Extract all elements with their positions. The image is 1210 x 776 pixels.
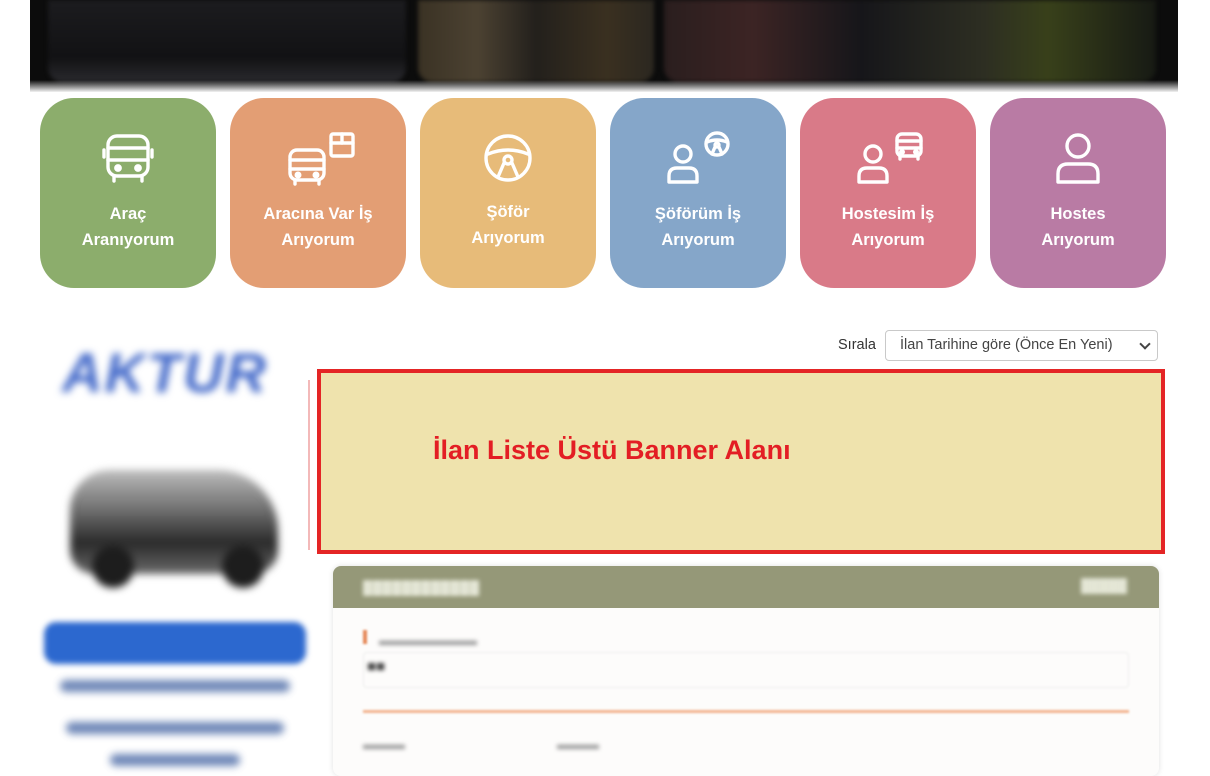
category-label: Hostesim İş Arıyorum [841,205,935,249]
sidebar-logo[interactable]: AKTUR [62,340,284,406]
category-tile-arac-araniyorum[interactable]: Araç Aranıyorum [40,98,216,288]
list-top-banner[interactable]: İlan Liste Üstü Banner Alanı [317,369,1165,554]
category-tile-hostesim-is-ariyorum[interactable]: Hostesim İş Arıyorum [800,98,976,288]
category-tile-soforum-is-ariyorum[interactable]: Şöförüm İş Arıyorum [610,98,786,288]
hero-banner-image [30,0,1178,92]
category-label: Hostes Arıyorum [1041,205,1115,249]
chevron-down-icon [1139,338,1151,350]
driver-steering-icon [610,130,786,186]
category-tile-hostes-ariyorum[interactable]: Hostes Arıyorum [990,98,1166,288]
sort-label: Sırala [838,337,876,353]
sidebar-divider [308,380,310,550]
bus-box-icon [230,130,406,186]
sidebar-text-line [110,754,240,766]
sidebar-action-button[interactable] [44,622,306,664]
category-label: Şöför Arıyorum [471,203,545,247]
hero-panel-right [664,0,1156,82]
logo-mark: AKTUR [62,341,268,404]
listing-description-field [363,652,1129,688]
sidebar-text-line [66,722,284,734]
category-label: Şöförüm İş Arıyorum [654,205,742,249]
listing-card-header: ████████████ █████ [333,566,1159,608]
sidebar-text-line [60,680,290,692]
hero-panel-middle [418,0,654,82]
steering-wheel-icon [420,130,596,186]
category-label: Aracına Var İş Arıyorum [263,205,373,249]
banner-title: İlan Liste Üstü Banner Alanı [433,435,791,465]
sort-select[interactable]: İlan Tarihine göre (Önce En Yeni) [885,330,1158,361]
sort-selected-value: İlan Tarihine göre (Önce En Yeni) [900,337,1113,353]
bus-icon [40,130,216,186]
user-icon [990,130,1166,186]
person-bus-icon [800,130,976,186]
listing-card[interactable]: ████████████ █████ ▬▬▬▬▬▬▬ ■■ ▬▬▬ ▬▬▬ [333,566,1159,776]
category-label: Araç Aranıyorum [81,205,175,249]
hero-panel-left [48,0,406,82]
category-tile-aracina-var-is-ariyorum[interactable]: Aracına Var İş Arıyorum [230,98,406,288]
category-tile-sofor-ariyorum[interactable]: Şöför Arıyorum [420,98,596,288]
sidebar-vehicle-image [56,450,290,590]
